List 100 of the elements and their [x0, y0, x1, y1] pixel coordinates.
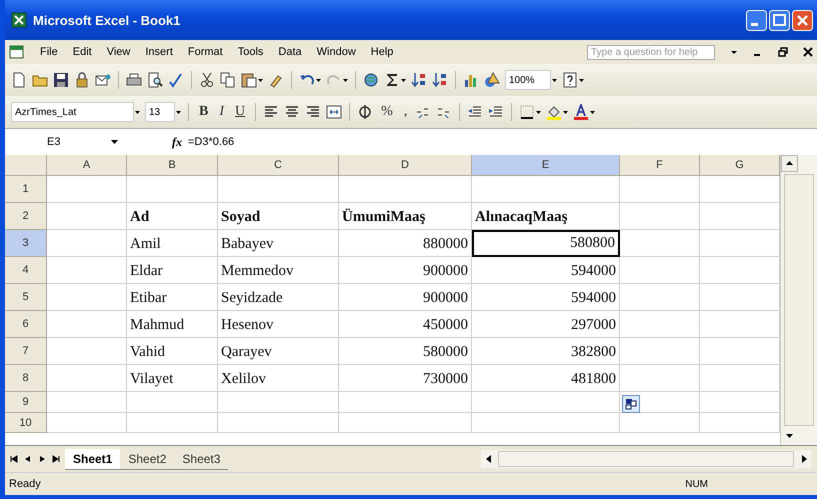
dropdown-caret-icon[interactable]: [536, 110, 542, 114]
row-header[interactable]: 2: [5, 203, 47, 230]
sheet-tab[interactable]: Sheet1: [65, 448, 120, 470]
underline-button[interactable]: U: [232, 102, 248, 122]
table-cell[interactable]: 297000: [472, 311, 620, 338]
spelling-icon[interactable]: [168, 72, 184, 88]
dropdown-caret-icon[interactable]: [135, 110, 140, 114]
dropdown-caret-icon[interactable]: [258, 78, 263, 82]
shapes-icon[interactable]: [484, 72, 500, 88]
menu-item[interactable]: Insert: [145, 46, 173, 58]
empty-cell[interactable]: [218, 413, 339, 433]
row-header[interactable]: 8: [5, 365, 47, 392]
horizontal-scrollbar[interactable]: [481, 450, 811, 468]
align-center-icon[interactable]: [284, 104, 300, 120]
empty-cell[interactable]: [472, 176, 620, 203]
sort-ascending-icon[interactable]: [411, 72, 427, 88]
dropdown-caret-icon[interactable]: [730, 48, 738, 56]
empty-cell[interactable]: [620, 230, 700, 257]
empty-cell[interactable]: [127, 176, 218, 203]
table-cell[interactable]: Amil: [127, 230, 218, 257]
empty-cell[interactable]: [620, 338, 700, 365]
globe-link-icon[interactable]: [363, 72, 379, 88]
menu-item[interactable]: Window: [316, 46, 356, 58]
empty-cell[interactable]: [620, 203, 700, 230]
empty-cell[interactable]: [218, 392, 339, 413]
new-document-icon[interactable]: [11, 72, 27, 88]
menu-item[interactable]: View: [106, 46, 130, 58]
autosum-icon[interactable]: [384, 72, 400, 88]
sheet-tab[interactable]: Sheet3: [174, 448, 228, 470]
dropdown-caret-icon[interactable]: [590, 110, 596, 114]
font-size-dropdown[interactable]: 13: [145, 102, 175, 122]
align-left-icon[interactable]: [263, 104, 280, 120]
paste-options-menu[interactable]: [622, 395, 640, 413]
table-cell[interactable]: AlınacaqMaaş: [472, 203, 620, 230]
restore-icon[interactable]: [778, 47, 788, 57]
bold-button[interactable]: B: [196, 102, 212, 122]
dropdown-caret-icon[interactable]: [552, 78, 557, 82]
last-sheet-icon[interactable]: [51, 454, 61, 464]
table-cell[interactable]: Vahid: [127, 338, 218, 365]
row-header[interactable]: 3: [5, 230, 47, 257]
empty-cell[interactable]: [620, 257, 700, 284]
table-cell[interactable]: 900000: [339, 257, 472, 284]
merge-center-icon[interactable]: [326, 104, 342, 120]
table-cell[interactable]: 481800: [472, 365, 620, 392]
empty-cell[interactable]: [218, 176, 339, 203]
row-header[interactable]: 7: [5, 338, 47, 365]
menu-item[interactable]: Tools: [238, 46, 264, 58]
row-header[interactable]: 4: [5, 257, 47, 284]
row-header[interactable]: 5: [5, 284, 47, 311]
table-cell[interactable]: Ad: [127, 203, 218, 230]
workbook-icon[interactable]: [9, 44, 25, 60]
table-cell[interactable]: Qarayev: [218, 338, 339, 365]
column-header[interactable]: E: [472, 155, 620, 176]
table-cell[interactable]: 580800: [472, 230, 620, 257]
align-right-icon[interactable]: [305, 104, 322, 120]
scissors-icon[interactable]: [199, 72, 215, 88]
sheet-tab[interactable]: Sheet2: [120, 448, 174, 470]
empty-cell[interactable]: [620, 365, 700, 392]
font-dropdown[interactable]: AzrTimes_Lat: [11, 102, 134, 122]
bar-chart-icon[interactable]: [463, 72, 479, 88]
empty-cell[interactable]: [620, 311, 700, 338]
previous-sheet-icon[interactable]: [23, 454, 33, 464]
empty-cell[interactable]: [339, 176, 472, 203]
fill-color-icon[interactable]: [546, 104, 562, 120]
table-cell[interactable]: Eldar: [127, 257, 218, 284]
empty-cell[interactable]: [472, 413, 620, 433]
empty-cell[interactable]: [127, 413, 218, 433]
font-color-icon[interactable]: [573, 104, 590, 120]
table-cell[interactable]: 730000: [339, 365, 472, 392]
column-header[interactable]: G: [700, 155, 780, 176]
lock-icon[interactable]: [74, 72, 90, 88]
row-header[interactable]: 1: [5, 176, 47, 203]
empty-cell[interactable]: [620, 284, 700, 311]
empty-cell[interactable]: [339, 392, 472, 413]
comma-style-button[interactable]: ,: [400, 102, 410, 122]
menu-item[interactable]: Data: [278, 46, 302, 58]
table-cell[interactable]: Seyidzade: [218, 284, 339, 311]
column-header[interactable]: B: [127, 155, 218, 176]
table-cell[interactable]: 900000: [339, 284, 472, 311]
table-cell[interactable]: 450000: [339, 311, 472, 338]
menu-item[interactable]: Format: [188, 46, 223, 58]
table-cell[interactable]: 382800: [472, 338, 620, 365]
maximize-icon[interactable]: [769, 10, 790, 30]
table-cell[interactable]: Babayev: [218, 230, 339, 257]
dropdown-caret-icon[interactable]: [111, 139, 118, 145]
print-preview-icon[interactable]: [147, 72, 163, 88]
close-icon[interactable]: [803, 47, 813, 57]
table-cell[interactable]: 594000: [472, 284, 620, 311]
help-search-field[interactable]: Type a question for help: [587, 44, 715, 60]
printer-icon[interactable]: [126, 72, 142, 88]
vertical-scrollbar[interactable]: [780, 155, 817, 445]
dropdown-caret-icon[interactable]: [579, 78, 584, 82]
help-icon[interactable]: [562, 72, 578, 88]
table-cell[interactable]: 594000: [472, 257, 620, 284]
paste-icon[interactable]: [241, 72, 257, 88]
empty-cell[interactable]: [339, 413, 472, 433]
empty-cell[interactable]: [620, 176, 700, 203]
column-header[interactable]: F: [620, 155, 700, 176]
scroll-up-icon[interactable]: [781, 155, 798, 172]
column-header[interactable]: D: [339, 155, 472, 176]
